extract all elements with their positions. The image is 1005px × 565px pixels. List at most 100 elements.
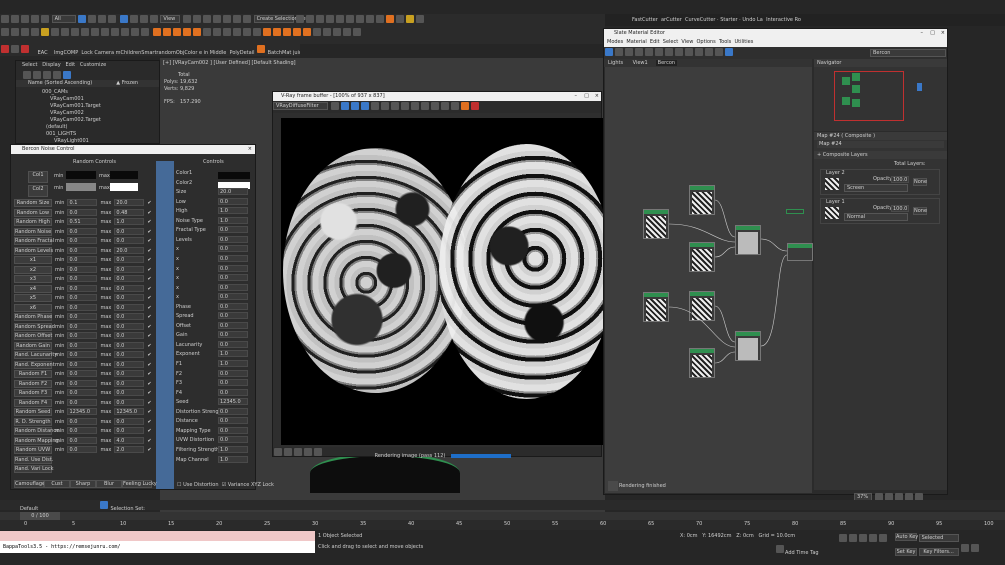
min-input[interactable]: 0.0 (67, 265, 98, 273)
color1-min-swatch[interactable] (66, 171, 96, 179)
control-input[interactable]: 1.0 (218, 350, 248, 358)
assign-icon[interactable] (635, 48, 643, 56)
random-toggle-button[interactable]: x4 (14, 284, 52, 293)
min-input[interactable]: 0.0 (67, 275, 98, 282)
col1-button[interactable]: Col1 (28, 171, 48, 183)
sphere-icon[interactable] (11, 28, 19, 36)
min-input[interactable]: 0.0 (67, 436, 98, 444)
feeling-lucky-button[interactable]: Feeling Lucky (122, 480, 157, 488)
min-input[interactable]: 0.1 (67, 199, 98, 206)
script-button[interactable]: mChildrenSmartrandomObjColor (116, 50, 198, 56)
enable-checkbox[interactable]: ✔ (147, 276, 151, 282)
min-input[interactable]: 0.0 (67, 427, 98, 434)
random-toggle-button[interactable]: x5 (14, 294, 52, 302)
cust-button[interactable]: Cust (44, 480, 70, 488)
frame-indicator[interactable]: 0 / 100 (20, 512, 60, 520)
box-icon[interactable] (1, 28, 9, 36)
min-input[interactable]: 0.0 (67, 227, 98, 235)
play-icon[interactable] (859, 534, 867, 542)
tab-bercon[interactable]: Bercon (655, 60, 678, 66)
filter-icon[interactable] (63, 71, 71, 79)
select-object-icon[interactable] (78, 15, 87, 23)
max-input[interactable]: 0.48 (114, 208, 145, 216)
control-input[interactable]: 12345.0 (218, 398, 248, 406)
tool-icon[interactable] (242, 28, 251, 36)
random-toggle-button[interactable]: Random High (14, 218, 52, 226)
next-frame-icon[interactable] (869, 534, 877, 542)
minimize-icon[interactable]: – (921, 29, 924, 38)
red-channel-icon[interactable] (340, 102, 349, 110)
menu-options[interactable]: Options (696, 39, 715, 45)
add-time-tag[interactable]: Add Time Tag (775, 544, 819, 556)
sphere-object[interactable] (310, 453, 460, 493)
auto-key-button[interactable]: Auto Key (895, 533, 918, 541)
min-input[interactable]: 0.0 (67, 332, 98, 339)
save-icon[interactable] (370, 102, 379, 110)
go-end-icon[interactable] (879, 534, 887, 542)
menu-item[interactable]: CurveCutter (685, 17, 715, 23)
displace-icon[interactable] (131, 28, 139, 36)
camouflage-button[interactable]: Camouflage (14, 480, 45, 488)
channel-dropdown[interactable]: VRayDiffuseFilter (273, 102, 328, 110)
menu-edit[interactable]: Edit (650, 39, 660, 45)
control-input[interactable]: 0.0 (218, 226, 248, 234)
enable-checkbox[interactable]: ✔ (147, 219, 151, 225)
random-toggle-button[interactable]: Random Phase (14, 313, 52, 321)
control-input[interactable]: 0.0 (218, 293, 248, 301)
control-input[interactable]: 0.0 (218, 407, 248, 415)
max-input[interactable]: 0.0 (114, 303, 145, 311)
min-input[interactable]: 12345.0 (67, 408, 98, 415)
close-icon[interactable]: × (248, 145, 252, 154)
control-input[interactable]: 0.0 (218, 331, 248, 339)
sun-icon[interactable] (111, 28, 119, 36)
max-input[interactable]: 0.0 (114, 265, 145, 273)
control-input[interactable]: 0.0 (218, 417, 248, 425)
max-input[interactable]: 0.0 (114, 360, 145, 368)
menu-utilities[interactable]: Utilities (734, 39, 753, 45)
lens-icon[interactable] (430, 102, 439, 110)
enable-checkbox[interactable]: ✔ (147, 409, 151, 415)
menu-select[interactable]: Select (22, 62, 37, 68)
select-tool-icon[interactable] (605, 48, 613, 56)
max-input[interactable]: 0.0 (114, 398, 145, 406)
snap-icon[interactable] (212, 15, 221, 23)
enable-checkbox[interactable]: ✔ (147, 419, 151, 425)
bind-icon[interactable] (41, 15, 49, 23)
random-toggle-button[interactable]: Random Distance (14, 427, 59, 435)
menu-item[interactable]: FastCutter (632, 17, 658, 23)
filter-icon[interactable] (53, 71, 61, 79)
enable-checkbox[interactable]: ✔ (147, 257, 151, 263)
plugin-icon[interactable] (162, 28, 171, 36)
maximize-icon[interactable]: □ (584, 92, 589, 101)
tab-view1[interactable]: View1 (633, 60, 648, 66)
minimize-icon[interactable]: – (575, 92, 578, 101)
enable-checkbox[interactable]: ✔ (147, 248, 151, 254)
max-input[interactable]: 0.0 (114, 284, 145, 292)
plugin-icon[interactable] (172, 28, 181, 36)
min-input[interactable]: 0.0 (67, 370, 98, 377)
control-input[interactable]: 0.0 (218, 274, 248, 282)
render-iterative-icon[interactable] (396, 15, 405, 23)
enable-checkbox[interactable]: ✔ (147, 210, 151, 216)
enable-checkbox[interactable]: ✔ (147, 371, 151, 377)
control-input[interactable]: 1.0 (218, 216, 248, 224)
min-input[interactable]: 0.0 (67, 417, 98, 425)
max-input[interactable]: 0.0 (114, 227, 145, 235)
placement-icon[interactable] (149, 15, 158, 23)
pause-icon[interactable] (212, 28, 221, 36)
y-coord[interactable]: Y: 16492cm (702, 533, 731, 539)
filter-icon[interactable] (23, 71, 31, 79)
max-input[interactable]: 0.0 (114, 332, 145, 339)
random-toggle-button[interactable]: Random Noise (14, 227, 52, 236)
control-input[interactable]: 0.0 (218, 436, 248, 444)
max-input[interactable]: 4.0 (114, 436, 145, 444)
min-input[interactable]: 0.0 (67, 389, 98, 396)
script-button[interactable]: PolyDetail (230, 50, 255, 56)
script-button[interactable]: e in Middle (199, 50, 226, 56)
min-input[interactable]: 0.0 (67, 246, 98, 254)
coord-system-dropdown[interactable]: View (160, 15, 181, 23)
menu-select[interactable]: Select (663, 39, 678, 45)
random-toggle-button[interactable]: Random Levels (14, 246, 53, 255)
maximize-icon[interactable]: □ (930, 29, 935, 38)
z-coord[interactable]: Z: 0cm (736, 533, 754, 539)
